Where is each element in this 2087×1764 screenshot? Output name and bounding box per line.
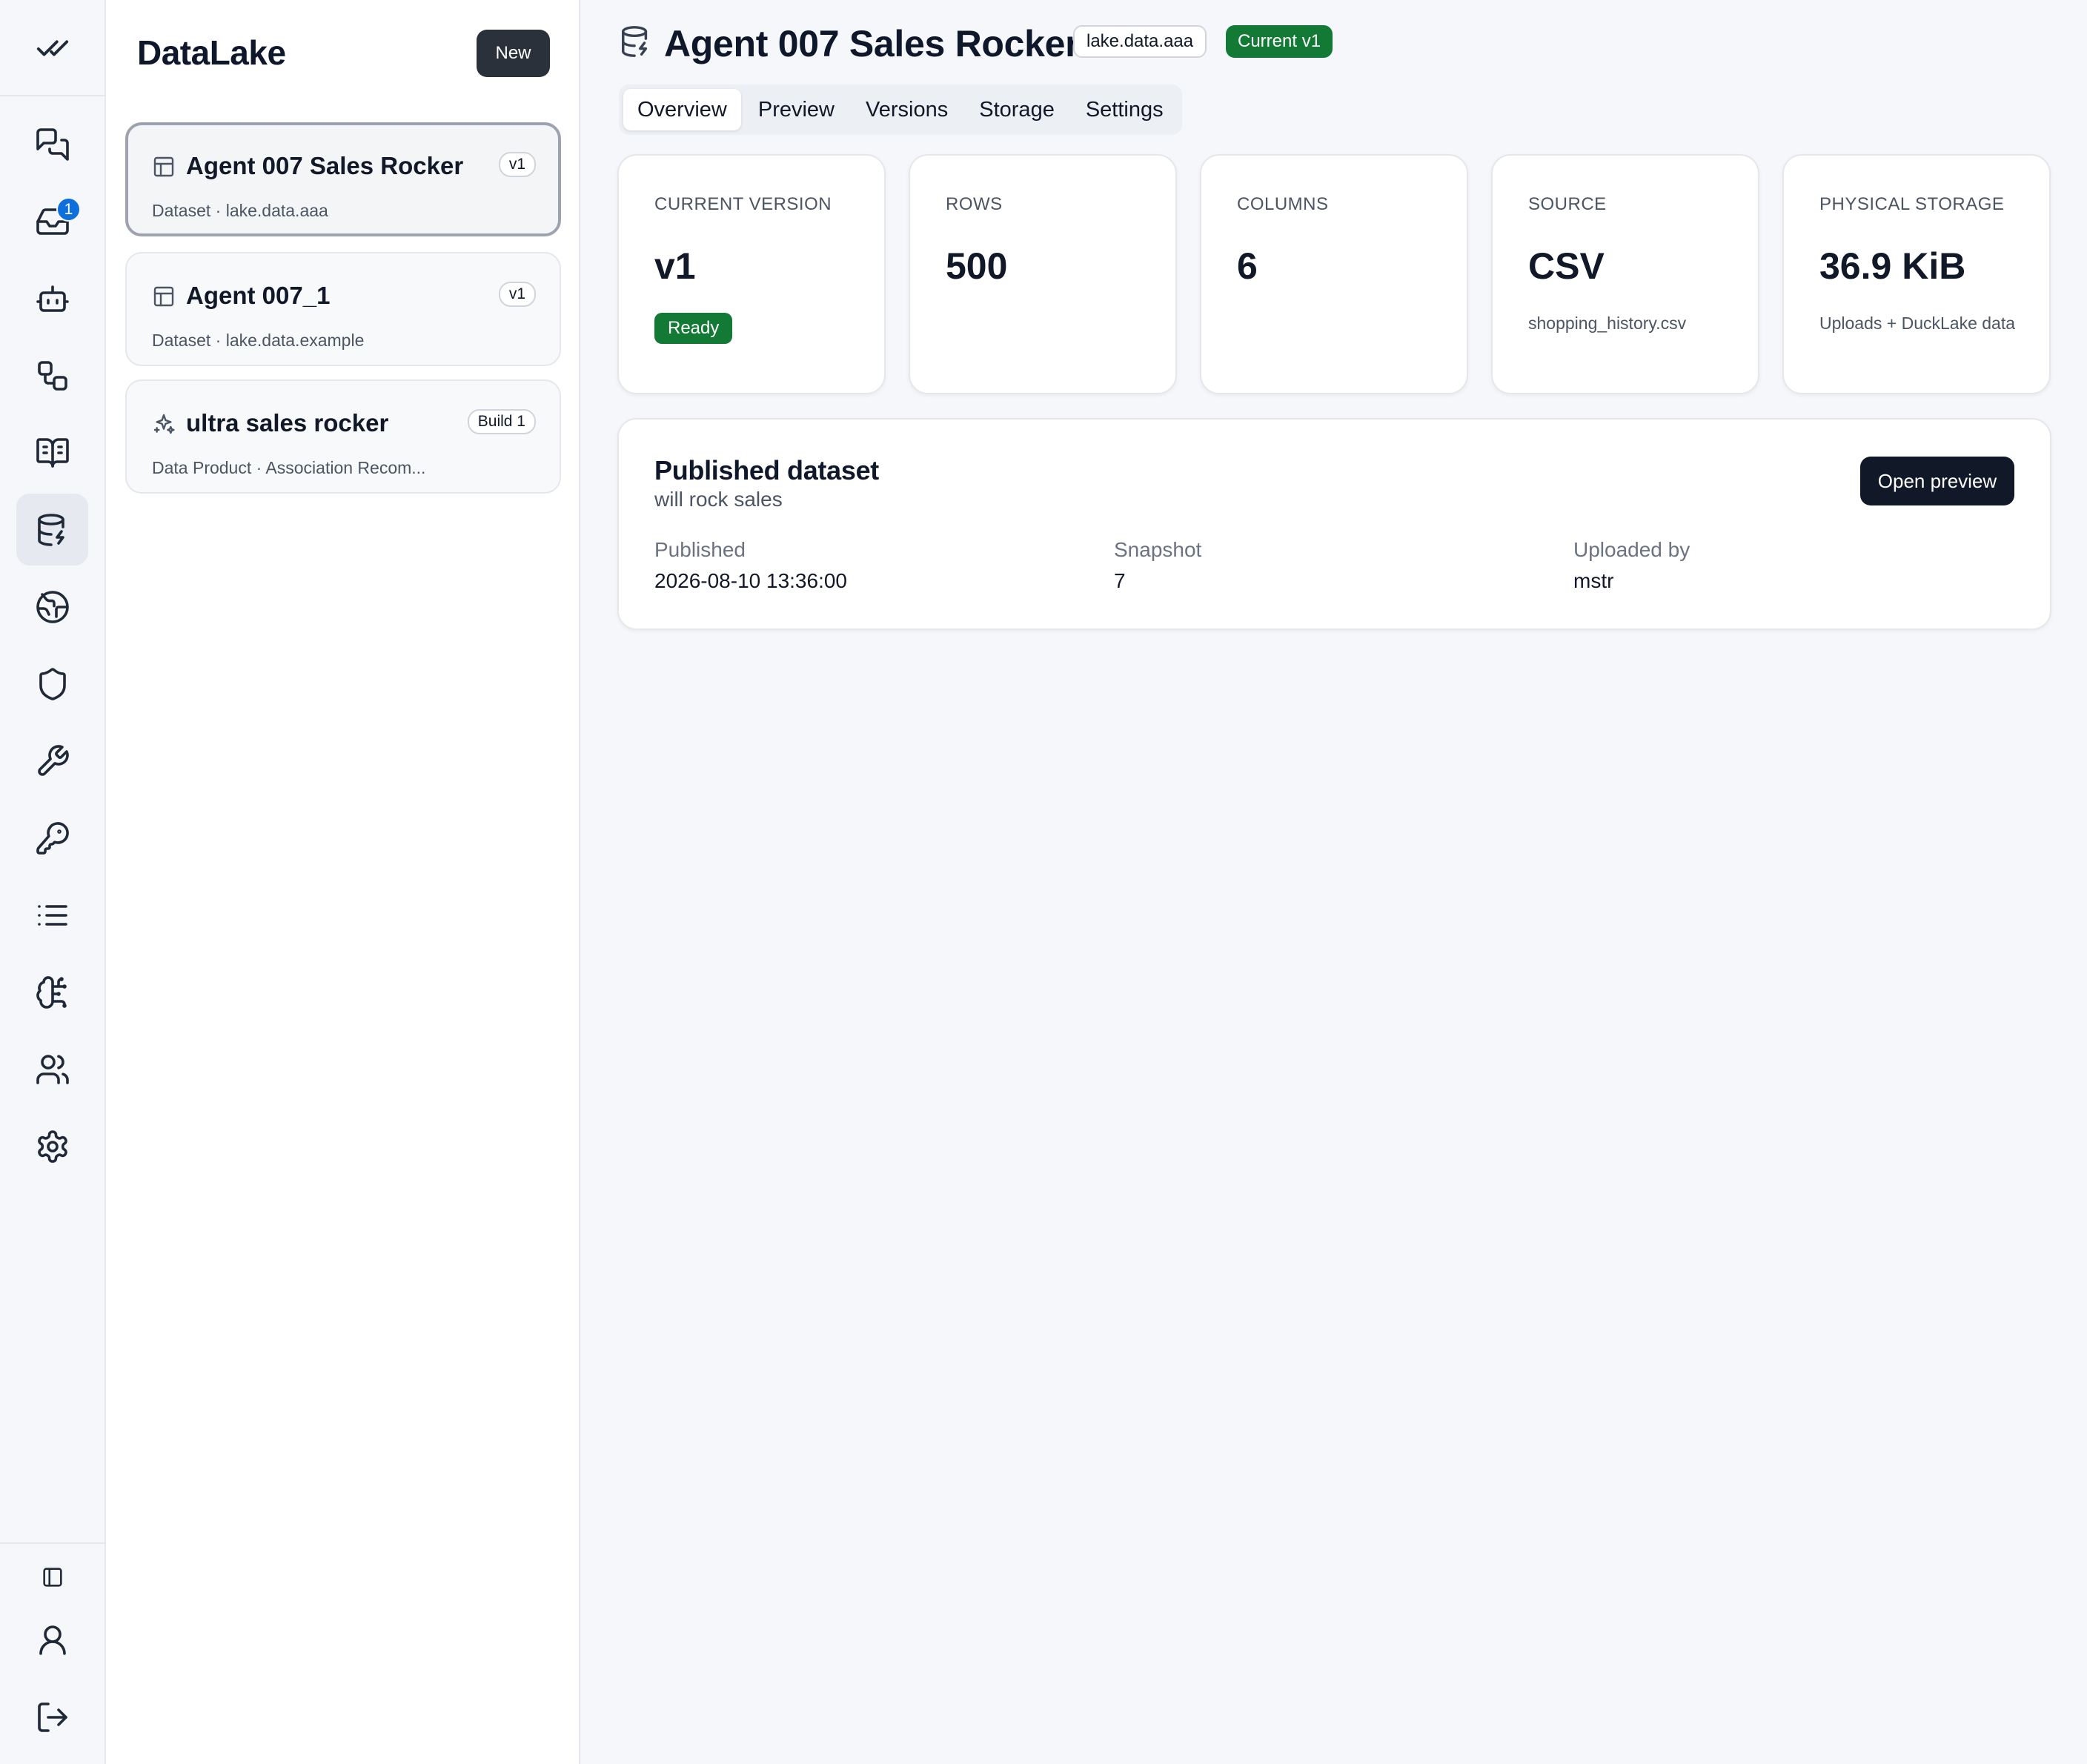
rail-item-datalake[interactable] [16,494,88,566]
panel-title: DataLake [137,33,286,72]
meta-value: mstr [1573,569,1614,592]
dataset-item-name: Agent 007_1 [186,282,331,309]
dataset-detail: Agent 007 Sales Rocker lake.data.aaa Cur… [580,0,2087,1764]
stat-value: CSV [1528,245,1605,287]
stat-label: ROWS [946,194,1003,214]
brain-icon [36,975,67,1009]
stat-card-rows: ROWS 500 [909,154,1177,394]
new-button[interactable]: New [477,30,550,77]
tab-storage[interactable]: Storage [965,89,1069,130]
meta-published: Published 2026-08-10 13:36:00 [654,538,847,593]
build-tag: Build 1 [467,409,536,434]
version-tag: v1 [498,152,536,177]
stat-value: v1 [654,245,696,287]
icon-rail: 1 [0,0,106,1764]
stat-card-current-version: CURRENT VERSION v1 Ready [617,154,886,394]
tab-bar: Overview Preview Versions Storage Settin… [619,84,1182,135]
stat-label: COLUMNS [1237,194,1329,214]
stat-value: 6 [1237,245,1258,287]
globe-icon [36,590,69,623]
published-description: will rock sales [654,488,783,511]
database-icon [37,513,64,546]
stat-label: CURRENT VERSION [654,194,832,214]
open-preview-button[interactable]: Open preview [1860,457,2014,505]
rail-item-security[interactable] [16,648,88,720]
stat-note: Uploads + DuckLake data [1819,314,2016,333]
toggle-sidebar-button[interactable] [16,1541,88,1613]
rail-item-docs[interactable] [16,417,88,488]
dataset-item-agent-007-sales-rocker[interactable]: Agent 007 Sales Rocker Dataset · lake.da… [125,122,561,236]
tab-overview[interactable]: Overview [623,89,741,130]
dataset-item-name: ultra sales rocker [186,409,389,437]
meta-label: Published [654,538,746,561]
rail-item-workflows[interactable] [16,339,88,411]
current-version-badge: Current v1 [1226,25,1333,58]
rail-item-lists[interactable] [16,879,88,951]
wrench-icon [37,744,69,776]
stat-label: PHYSICAL STORAGE [1819,194,2005,214]
stat-card-columns: COLUMNS 6 [1200,154,1468,394]
stat-card-physical-storage: PHYSICAL STORAGE 36.9 KiB Uploads + Duck… [1782,154,2051,394]
sparkle-icon [152,412,176,436]
shield-icon [39,667,66,700]
rail-item-tools[interactable] [16,725,88,797]
user-icon [39,1625,66,1655]
stat-card-source: SOURCE CSV shopping_history.csv [1491,154,1759,394]
meta-label: Snapshot [1114,538,1202,561]
dataset-item-sub: Data Product · Association Recom... [152,458,426,477]
meta-snapshot: Snapshot 7 [1114,538,1201,593]
table-icon [152,155,176,179]
meta-label: Uploaded by [1573,538,1690,561]
tab-versions[interactable]: Versions [852,89,962,130]
stat-label: SOURCE [1528,194,1607,214]
app-logo[interactable] [0,0,104,96]
rail-item-inbox[interactable]: 1 [16,185,88,257]
double-check-icon [36,40,68,56]
dataset-item-name: Agent 007 Sales Rocker [186,152,464,179]
rail-item-settings[interactable] [16,1110,88,1182]
stat-note: shopping_history.csv [1528,314,1687,333]
table-icon [152,285,176,308]
published-title: Published dataset [654,455,879,485]
dataset-item-sub: Dataset · lake.data.example [152,331,365,350]
rail-item-users[interactable] [16,1033,88,1105]
rail-item-agents[interactable] [16,262,88,334]
dataset-item-ultra-sales-rocker[interactable]: ultra sales rocker Data Product · Associ… [125,379,561,494]
profile-button[interactable] [16,1604,88,1676]
page-title: Agent 007 Sales Rocker [664,23,1080,64]
gear-icon [37,1130,67,1163]
key-icon [36,821,69,855]
dataset-item-agent-007-1[interactable]: Agent 007_1 Dataset · lake.data.example … [125,252,561,366]
inbox-badge: 1 [56,197,81,222]
book-icon [36,437,69,468]
workflow-icon [37,360,67,391]
status-badge: Ready [654,313,733,344]
tab-preview[interactable]: Preview [744,89,849,130]
sidebar-toggle-icon [42,1567,62,1587]
datalake-panel: DataLake New Agent 007 Sales Rocker Data… [106,0,580,1764]
meta-value: 2026-08-10 13:36:00 [654,569,847,592]
chat-bubbles-icon [36,127,69,161]
rail-item-chat[interactable] [16,108,88,180]
stat-value: 500 [946,245,1008,287]
logout-icon [37,1702,67,1732]
logout-button[interactable] [16,1681,88,1753]
tab-settings[interactable]: Settings [1072,89,1178,130]
stat-value: 36.9 KiB [1819,245,1966,287]
dataset-item-sub: Dataset · lake.data.aaa [152,201,328,220]
meta-value: 7 [1114,569,1126,592]
version-tag: v1 [498,282,536,307]
robot-icon [36,285,69,312]
meta-uploaded-by: Uploaded by mstr [1573,538,1690,593]
users-icon [36,1054,69,1084]
rail-item-keys[interactable] [16,802,88,874]
database-icon [619,24,653,59]
published-dataset-card: Published dataset will rock sales Open p… [617,418,2051,630]
list-icon [37,904,67,926]
namespace-badge: lake.data.aaa [1073,25,1207,58]
rail-item-explore[interactable] [16,571,88,643]
rail-item-brain[interactable] [16,956,88,1028]
